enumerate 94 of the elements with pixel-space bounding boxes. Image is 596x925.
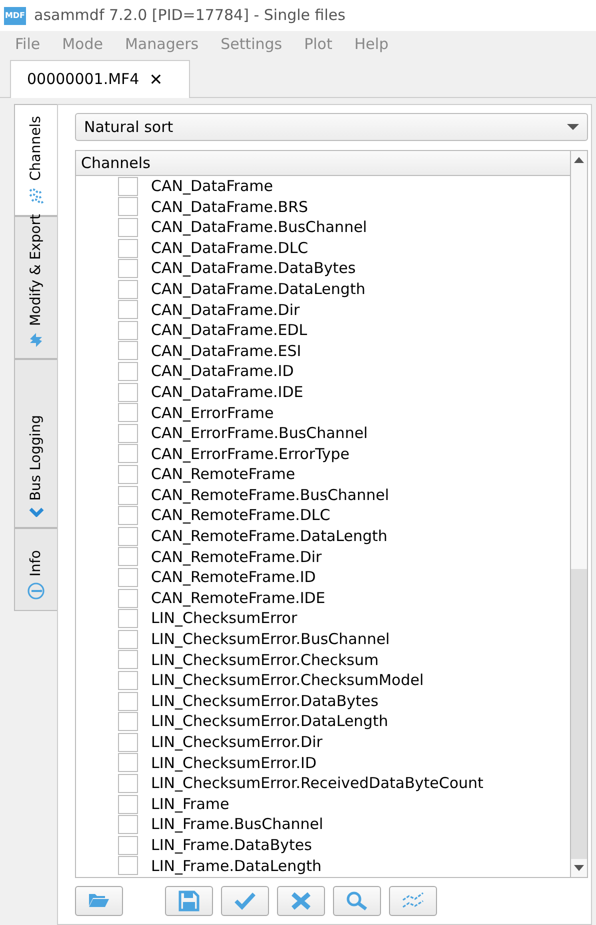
channel-name[interactable]: CAN_RemoteFrame.Dir <box>151 546 322 568</box>
channel-name[interactable]: CAN_RemoteFrame.BusChannel <box>151 484 390 506</box>
channel-name[interactable]: CAN_DataFrame.DataLength <box>151 278 366 300</box>
checkbox[interactable] <box>118 815 138 834</box>
channel-name[interactable]: LIN_ChecksumError.ReceivedDataByteCount <box>151 772 484 795</box>
channel-name[interactable]: CAN_DataFrame <box>151 174 274 198</box>
checkbox[interactable] <box>118 444 138 464</box>
channel-name[interactable]: LIN_Frame <box>151 792 230 816</box>
window-title: asammdf 7.2.0 [PID=17784] - Single files <box>34 5 346 26</box>
checkbox[interactable] <box>118 300 138 320</box>
channel-name[interactable]: LIN_Frame.DataLength <box>151 854 322 877</box>
search-button[interactable] <box>333 886 381 916</box>
check-all-button[interactable] <box>221 886 269 916</box>
chevron-icon <box>28 507 44 517</box>
channel-name[interactable]: CAN_RemoteFrame.DataLength <box>151 525 388 548</box>
checkbox[interactable] <box>118 588 138 608</box>
channel-name[interactable]: CAN_DataFrame.IDE <box>151 380 304 404</box>
arrows-icon <box>29 332 43 348</box>
checkbox[interactable] <box>118 547 138 566</box>
checkbox[interactable] <box>118 774 138 793</box>
caret-icon <box>567 124 579 130</box>
checkbox[interactable] <box>118 259 138 278</box>
checkbox[interactable] <box>118 670 138 690</box>
checkbox[interactable] <box>118 218 138 237</box>
column-header[interactable]: Channels <box>76 150 570 176</box>
channel-name[interactable]: CAN_RemoteFrame.IDE <box>151 586 326 610</box>
checkbox[interactable] <box>118 753 138 772</box>
checkbox[interactable] <box>118 856 138 876</box>
checkbox[interactable] <box>118 486 138 505</box>
save-button[interactable] <box>165 886 213 916</box>
info-icon <box>27 582 45 600</box>
plot-button[interactable] <box>389 886 437 916</box>
scroll-up-icon[interactable] <box>574 156 584 163</box>
channel-name[interactable]: CAN_RemoteFrame <box>151 463 296 486</box>
checkbox[interactable] <box>118 197 138 216</box>
channel-name[interactable]: LIN_Frame.BusChannel <box>151 813 324 836</box>
close-icon[interactable]: ✕ <box>149 68 163 92</box>
checkbox[interactable] <box>118 506 138 526</box>
channel-name[interactable]: CAN_ErrorFrame <box>151 402 274 424</box>
side-tab[interactable]: Modify & Export <box>14 216 57 359</box>
checkbox[interactable] <box>118 609 138 628</box>
sort-dropdown[interactable]: Natural sort <box>75 113 588 141</box>
open-button[interactable] <box>75 886 123 916</box>
checkbox[interactable] <box>118 424 138 443</box>
checkbox[interactable] <box>118 403 138 422</box>
channel-name[interactable]: CAN_DataFrame.Dir <box>151 298 300 322</box>
scrollbar[interactable] <box>570 150 587 877</box>
checkbox[interactable] <box>118 630 138 649</box>
channel-name[interactable]: CAN_ErrorFrame.BusChannel <box>151 422 368 445</box>
checkbox[interactable] <box>118 238 138 258</box>
checkbox[interactable] <box>118 568 138 588</box>
channel-name[interactable]: CAN_DataFrame.ID <box>151 360 294 383</box>
channel-name[interactable]: LIN_Frame.DataBytes <box>151 834 312 856</box>
checkbox[interactable] <box>118 794 138 814</box>
checkbox[interactable] <box>118 465 138 484</box>
channel-name[interactable]: CAN_DataFrame.ESI <box>151 340 302 362</box>
channel-name[interactable]: LIN_ChecksumError <box>151 607 298 630</box>
side-tab[interactable]: Info <box>14 528 57 611</box>
side-tab[interactable]: Bus Logging <box>14 359 57 528</box>
channel-name[interactable]: CAN_DataFrame.EDL <box>151 319 308 342</box>
checkbox[interactable] <box>118 836 138 855</box>
checkbox[interactable] <box>118 280 138 299</box>
channel-name[interactable]: CAN_DataFrame.DataBytes <box>151 257 356 280</box>
scroll-down-icon[interactable] <box>574 865 584 871</box>
checkbox[interactable] <box>118 362 138 382</box>
uncheck-all-button[interactable] <box>277 886 325 916</box>
file-tab[interactable]: 00000001.MF4 ✕ <box>10 60 190 98</box>
channel-name[interactable]: LIN_ChecksumError.DataBytes <box>151 690 378 712</box>
checkbox[interactable] <box>118 732 138 752</box>
app-logo: MDF <box>4 6 26 24</box>
checkbox[interactable] <box>118 176 138 196</box>
checkbox[interactable] <box>118 712 138 732</box>
channel-name[interactable]: CAN_DataFrame.BusChannel <box>151 216 367 239</box>
channel-name[interactable]: LIN_ChecksumError.ID <box>151 752 317 774</box>
checkbox[interactable] <box>118 382 138 402</box>
checkbox[interactable] <box>118 320 138 340</box>
channel-name[interactable]: LIN_ChecksumError.BusChannel <box>151 628 390 651</box>
channel-name[interactable]: LIN_ChecksumError.Checksum <box>151 648 379 672</box>
search-icon <box>345 890 369 912</box>
check-icon <box>233 890 257 912</box>
wave-lines-icon <box>28 187 44 205</box>
checkbox[interactable] <box>118 526 138 546</box>
channel-name[interactable]: CAN_RemoteFrame.ID <box>151 566 316 589</box>
channel-name[interactable]: CAN_ErrorFrame.ErrorType <box>151 442 350 466</box>
channel-name[interactable]: LIN_ChecksumError.Dir <box>151 731 322 754</box>
channel-name[interactable]: CAN_DataFrame.BRS <box>151 196 308 218</box>
channel-name[interactable]: LIN_ChecksumError.ChecksumModel <box>151 669 424 692</box>
checkbox[interactable] <box>118 650 138 670</box>
checkbox[interactable] <box>118 341 138 360</box>
channel-name[interactable]: LIN_ChecksumError.DataLength <box>151 710 388 733</box>
close-icon <box>289 890 313 912</box>
channel-name[interactable]: CAN_DataFrame.DLC <box>151 236 308 260</box>
checkbox[interactable] <box>118 692 138 711</box>
channel-name[interactable]: CAN_RemoteFrame.DLC <box>151 504 330 527</box>
